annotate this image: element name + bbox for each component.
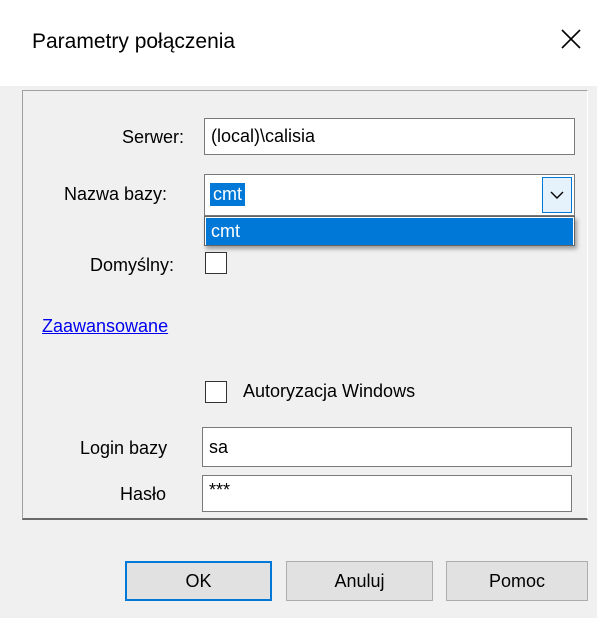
database-option[interactable]: cmt [206, 218, 573, 245]
help-button[interactable]: Pomoc [446, 561, 588, 601]
windows-auth-checkbox[interactable] [205, 381, 227, 403]
database-dropdown-list: cmt [204, 216, 575, 246]
close-icon [561, 29, 581, 49]
default-label: Domyślny: [90, 255, 175, 275]
login-label: Login bazy [80, 438, 168, 458]
chevron-down-icon [550, 191, 564, 199]
database-selected-value: cmt [210, 183, 245, 206]
database-dropdown-button[interactable] [542, 177, 572, 213]
window-title: Parametry połączenia [32, 30, 236, 53]
windows-auth-label: Autoryzacja Windows [243, 381, 416, 401]
database-label: Nazwa bazy: [64, 184, 168, 204]
password-label: Hasło [120, 484, 167, 504]
connection-parameters-dialog: Parametry połączenia Serwer: (local)\cal… [0, 0, 597, 618]
ok-button[interactable]: OK [125, 561, 272, 601]
cancel-button[interactable]: Anuluj [286, 561, 433, 601]
default-checkbox[interactable] [205, 252, 227, 274]
server-input[interactable]: (local)\calisia [204, 118, 575, 155]
close-button[interactable] [545, 10, 597, 68]
password-input[interactable]: *** [202, 475, 572, 512]
server-label: Serwer: [122, 127, 185, 147]
login-input[interactable]: sa [202, 427, 572, 467]
advanced-link[interactable]: Zaawansowane [42, 316, 168, 337]
title-bar: Parametry połączenia [0, 0, 597, 86]
database-combobox[interactable]: cmt [204, 174, 575, 216]
